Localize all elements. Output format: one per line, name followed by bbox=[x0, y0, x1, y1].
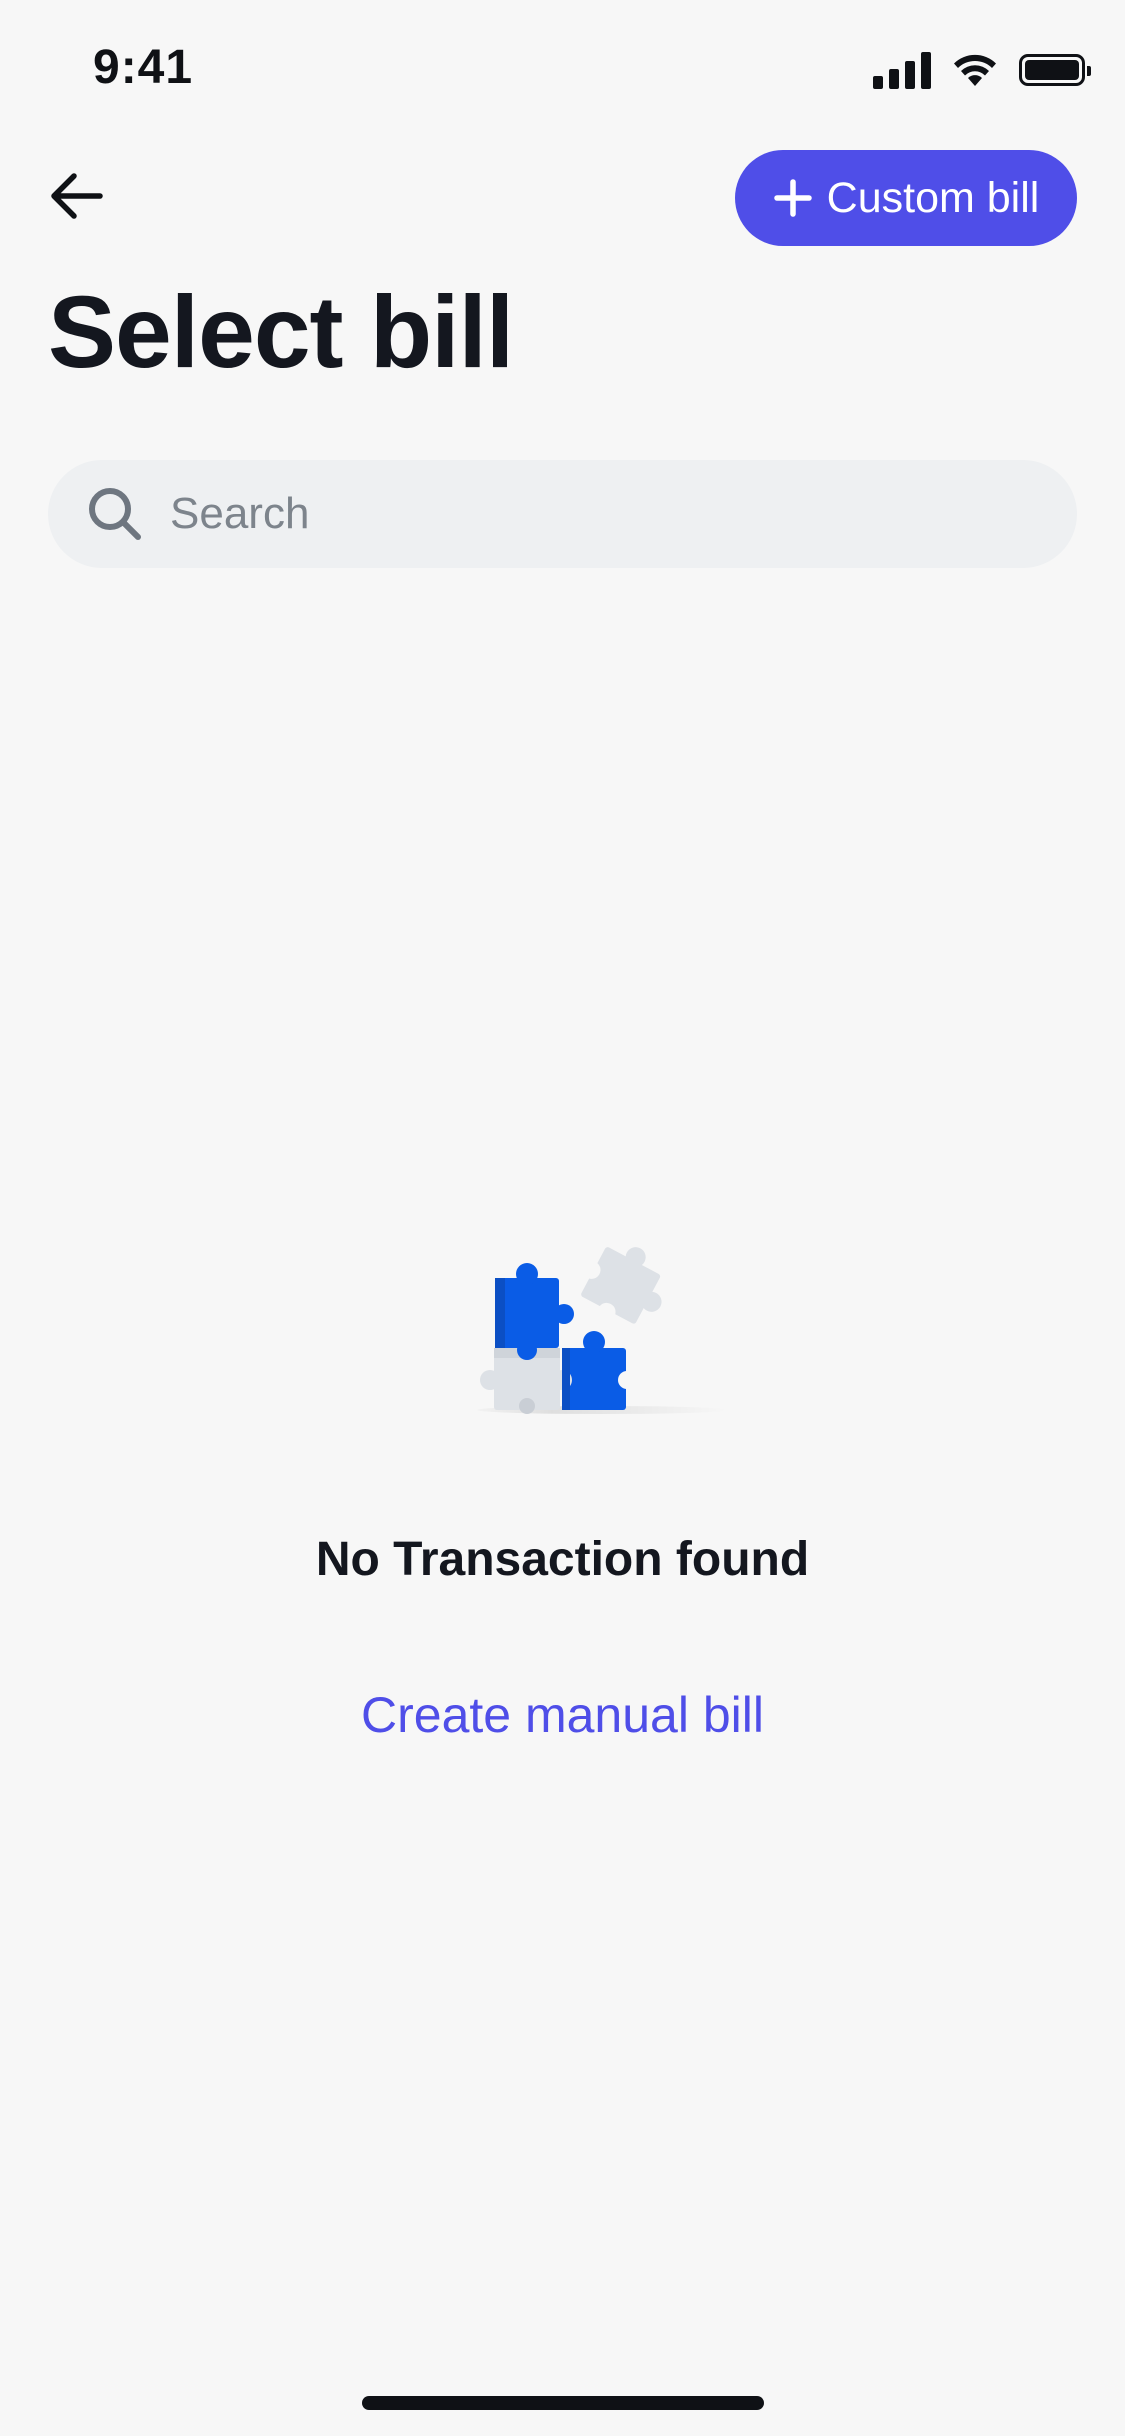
search-input[interactable] bbox=[170, 489, 1030, 539]
status-icons bbox=[873, 48, 1091, 92]
custom-bill-button[interactable]: Custom bill bbox=[735, 150, 1077, 246]
puzzle-pieces-illustration bbox=[477, 1247, 727, 1414]
status-time: 9:41 bbox=[93, 41, 194, 94]
battery-icon bbox=[1019, 54, 1091, 86]
arrow-left-icon bbox=[51, 173, 103, 219]
back-button[interactable] bbox=[40, 160, 112, 232]
custom-bill-label: Custom bill bbox=[826, 173, 1040, 222]
puzzle-piece-blue-top bbox=[495, 1263, 574, 1360]
plus-icon bbox=[773, 178, 813, 218]
puzzle-piece-gray-bottom bbox=[480, 1348, 560, 1414]
search-bar[interactable] bbox=[48, 460, 1077, 568]
page-title: Select bill bbox=[48, 275, 514, 389]
empty-state-message: No Transaction found bbox=[315, 1533, 810, 1586]
puzzle-piece-gray-floating bbox=[581, 1247, 662, 1324]
puzzle-piece-blue-bottom bbox=[552, 1331, 636, 1410]
create-manual-bill-link[interactable]: Create manual bill bbox=[0, 1686, 1125, 1744]
cellular-signal-icon bbox=[873, 51, 931, 89]
search-icon bbox=[89, 488, 141, 540]
select-bill-screen: 9:41 Custom bill Select bill Search No T… bbox=[0, 0, 1125, 2436]
home-indicator[interactable] bbox=[362, 2396, 764, 2410]
wifi-icon bbox=[954, 54, 996, 86]
